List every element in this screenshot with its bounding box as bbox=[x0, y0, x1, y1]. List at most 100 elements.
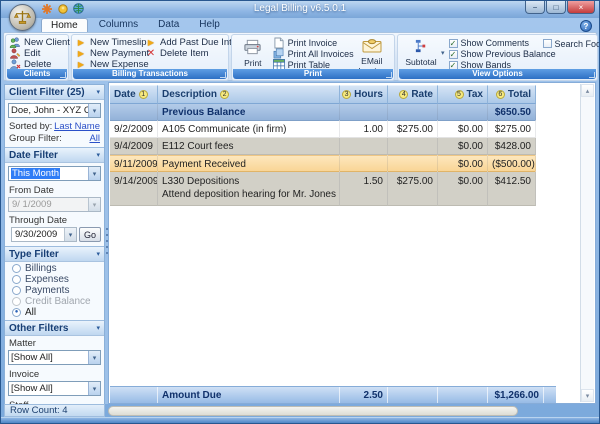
date-preset-select[interactable]: This Month ▾ bbox=[8, 166, 101, 181]
close-button[interactable]: × bbox=[567, 1, 595, 14]
column-index-badge: 1 bbox=[139, 90, 148, 99]
row-count-label: Row Count: 4 bbox=[10, 405, 68, 416]
matter-select[interactable]: [Show All] ▾ bbox=[8, 350, 101, 365]
group-filter-link[interactable]: All bbox=[89, 133, 100, 144]
radio-icon: ● bbox=[12, 308, 21, 317]
show-comments-checkbox[interactable]: ✓ Show Comments bbox=[449, 38, 539, 48]
radio-credit-balance-label: Credit Balance bbox=[25, 296, 91, 307]
print-dialog-launcher[interactable] bbox=[386, 72, 392, 78]
minimize-button[interactable]: − bbox=[525, 1, 545, 14]
show-comments-label: Show Comments bbox=[461, 38, 530, 48]
column-header-description[interactable]: Description2 bbox=[158, 85, 340, 104]
chevron-down-icon: ▾ bbox=[96, 151, 100, 159]
page-icon bbox=[273, 37, 285, 49]
from-date-field[interactable]: 9/ 1/2009 ▾ bbox=[8, 197, 101, 212]
type-filter-title: Type Filter bbox=[9, 249, 59, 260]
new-client-icon bbox=[9, 37, 21, 48]
tab-home[interactable]: Home bbox=[41, 18, 88, 32]
ribbon-tabs: Home Columns Data Help bbox=[41, 18, 229, 32]
check-icon: ✓ bbox=[449, 50, 458, 59]
filter-sidebar: Client Filter (25) ▾ Doe, John - XYZ Cor… bbox=[4, 84, 105, 404]
from-date-calendar-icon[interactable]: ▾ bbox=[88, 198, 100, 211]
print-settings-button[interactable]: Print Settings bbox=[235, 37, 271, 68]
radio-expenses[interactable]: Expenses bbox=[5, 273, 104, 284]
delete-item-icon: ✕ bbox=[145, 48, 157, 59]
vertical-scrollbar[interactable]: ▴ ▾ bbox=[580, 84, 594, 402]
column-header-tax[interactable]: 5Tax bbox=[438, 85, 488, 104]
radio-all[interactable]: ● All bbox=[5, 306, 104, 317]
row-comment: Attend deposition hearing for Mr. Jones bbox=[162, 188, 335, 201]
print-group-caption: Print bbox=[233, 69, 393, 79]
new-expense-icon: ▶ bbox=[75, 60, 87, 69]
new-timeslip-button[interactable]: ▶ New Timeslip bbox=[75, 37, 141, 48]
show-previous-balance-label: Show Previous Balance bbox=[461, 49, 556, 59]
new-payment-label: New Payment bbox=[90, 48, 149, 59]
scroll-down-icon[interactable]: ▾ bbox=[581, 389, 594, 402]
client-filter-title: Client Filter (25) bbox=[9, 87, 85, 98]
new-payment-button[interactable]: ▶ New Payment bbox=[75, 48, 141, 59]
through-date-field[interactable]: 9/30/2009 ▾ bbox=[11, 227, 77, 242]
view-options-dialog-launcher[interactable] bbox=[589, 72, 595, 78]
client-filter-panel: Client Filter (25) ▾ Doe, John - XYZ Cor… bbox=[5, 85, 104, 148]
radio-billings[interactable]: Billings bbox=[5, 262, 104, 273]
edit-client-button[interactable]: Edit bbox=[9, 48, 65, 59]
tab-help[interactable]: Help bbox=[190, 18, 229, 32]
billing-group-caption: Billing Transactions bbox=[73, 69, 227, 79]
print-all-invoices-button[interactable]: Print All Invoices bbox=[273, 48, 351, 59]
date-preset-dropdown-icon[interactable]: ▾ bbox=[88, 167, 100, 180]
tab-data[interactable]: Data bbox=[149, 18, 188, 32]
subtotal-button[interactable]: Subtotal bbox=[401, 37, 441, 67]
table-row[interactable]: 9/11/2009 Payment Received $0.00 ($500.0… bbox=[110, 155, 536, 172]
billing-dialog-launcher[interactable] bbox=[220, 72, 226, 78]
column-header-hours[interactable]: 3Hours bbox=[340, 85, 388, 104]
email-invoice-button[interactable]: EMail Invoice bbox=[353, 37, 391, 68]
table-row[interactable]: 9/4/2009 E112 Court fees $0.00 $428.00 bbox=[110, 138, 536, 155]
app-window: Legal Billing v6.5.0.1 − □ × Home Column… bbox=[0, 0, 600, 424]
through-date-calendar-icon[interactable]: ▾ bbox=[64, 228, 76, 241]
edit-client-label: Edit bbox=[24, 48, 40, 59]
client-select[interactable]: Doe, John - XYZ Corporation ▾ bbox=[8, 103, 101, 118]
matter-select-dropdown-icon[interactable]: ▾ bbox=[88, 351, 100, 364]
print-all-invoices-label: Print All Invoices bbox=[288, 49, 354, 59]
column-header-rate[interactable]: 4Rate bbox=[388, 85, 438, 104]
pages-stack-icon bbox=[273, 48, 285, 59]
print-invoice-button[interactable]: Print Invoice bbox=[273, 37, 351, 48]
table-row[interactable]: 9/14/2009 L330 Depositions Attend deposi… bbox=[110, 172, 536, 206]
invoice-select[interactable]: [Show All] ▾ bbox=[8, 381, 101, 396]
other-filters-title: Other Filters bbox=[9, 323, 68, 334]
invoice-select-dropdown-icon[interactable]: ▾ bbox=[88, 382, 100, 395]
show-previous-balance-checkbox[interactable]: ✓ Show Previous Balance bbox=[449, 49, 539, 59]
tab-columns[interactable]: Columns bbox=[90, 18, 147, 32]
scroll-up-icon[interactable]: ▴ bbox=[581, 84, 594, 97]
subtotal-dropdown-icon[interactable]: ▾ bbox=[441, 49, 445, 57]
column-header-date[interactable]: Date1 bbox=[110, 85, 158, 104]
maximize-button[interactable]: □ bbox=[546, 1, 566, 14]
through-date-label: Through Date bbox=[5, 213, 104, 226]
type-filter-header[interactable]: Type Filter ▾ bbox=[5, 247, 104, 262]
app-menu-button[interactable] bbox=[9, 4, 36, 31]
search-footer-label: Search Footer bbox=[555, 39, 600, 49]
delete-item-label: Delete Item bbox=[160, 48, 209, 59]
new-client-button[interactable]: New Client bbox=[9, 37, 65, 48]
help-button[interactable]: ? bbox=[580, 20, 592, 32]
envelope-icon bbox=[362, 39, 382, 55]
client-filter-header[interactable]: Client Filter (25) ▾ bbox=[5, 85, 104, 100]
grid-header-row: Date1 Description2 3Hours 4Rate 5Tax 6To… bbox=[110, 85, 536, 104]
radio-payments[interactable]: Payments bbox=[5, 284, 104, 295]
sorted-by-link[interactable]: Last Name bbox=[54, 121, 100, 132]
column-header-total[interactable]: 6Total bbox=[488, 85, 536, 104]
radio-expenses-label: Expenses bbox=[25, 274, 69, 285]
client-select-dropdown-icon[interactable]: ▾ bbox=[88, 104, 100, 117]
go-button[interactable]: Go bbox=[79, 227, 101, 242]
date-filter-header[interactable]: Date Filter ▾ bbox=[5, 148, 104, 163]
horizontal-scrollbar[interactable] bbox=[108, 406, 518, 416]
other-filters-header[interactable]: Other Filters ▾ bbox=[5, 321, 104, 336]
search-footer-checkbox[interactable]: Search Footer bbox=[543, 38, 600, 49]
new-payment-icon: ▶ bbox=[75, 49, 87, 58]
radio-icon bbox=[12, 275, 21, 284]
new-client-label: New Client bbox=[24, 37, 70, 48]
column-index-badge: 4 bbox=[399, 90, 408, 99]
clients-dialog-launcher[interactable] bbox=[60, 72, 66, 78]
table-row[interactable]: 9/2/2009 A105 Communicate (in firm) 1.00… bbox=[110, 121, 536, 138]
previous-balance-band-row[interactable]: Previous Balance $650.50 bbox=[110, 104, 536, 121]
